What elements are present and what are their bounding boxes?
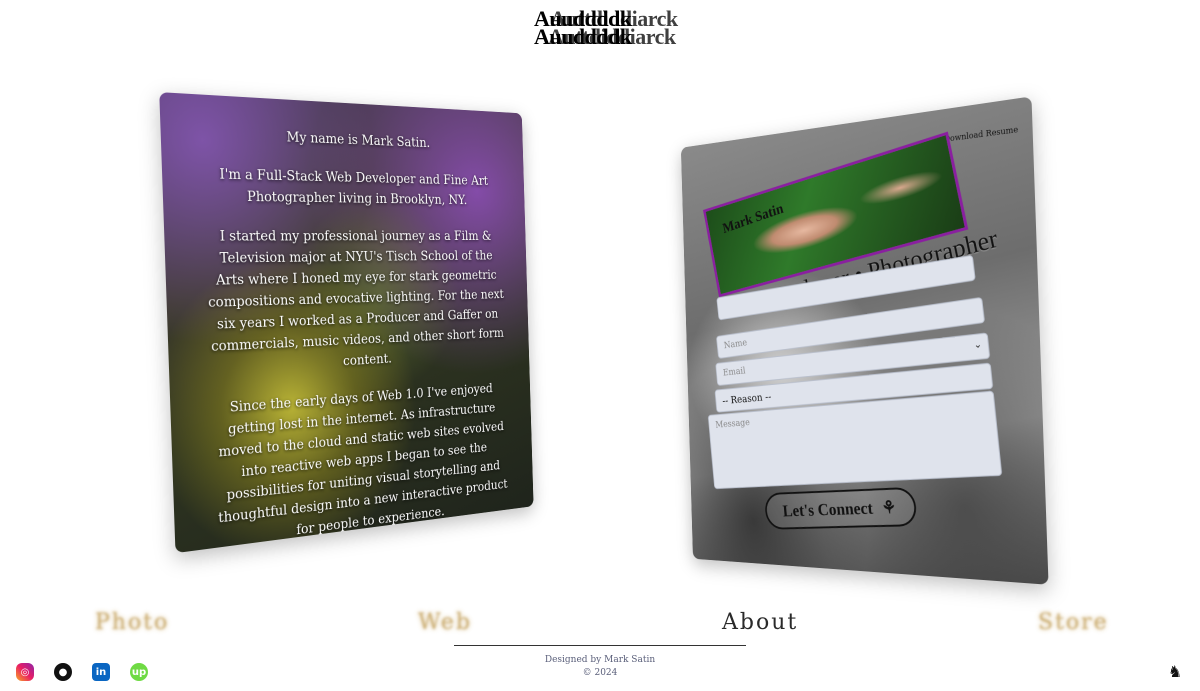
- email-placeholder: Email: [723, 366, 746, 378]
- about-paragraph: My name is Mark Satin.: [201, 123, 500, 156]
- about-text: My name is Mark Satin. I'm a Full-Stack …: [201, 123, 510, 528]
- upwork-icon[interactable]: up: [130, 663, 148, 681]
- site-logo[interactable]: Auuddddk Auttdiddiarck Auuddddk Auttdidd…: [500, 4, 700, 50]
- contact-card: Download Resume Mark Satin Web Developer…: [681, 96, 1049, 584]
- about-paragraph: I started my professional journey as a F…: [205, 225, 507, 380]
- instagram-icon[interactable]: ◎: [16, 663, 34, 681]
- download-resume-link[interactable]: Download Resume: [944, 125, 1019, 144]
- github-icon[interactable]: ●: [54, 663, 72, 681]
- nav-web[interactable]: Web: [418, 610, 472, 635]
- handshake-icon: ⚘: [881, 497, 897, 518]
- nav-about[interactable]: About: [722, 610, 798, 635]
- lets-connect-button[interactable]: Let's Connect ⚘: [764, 487, 918, 530]
- footer-divider: [454, 645, 746, 646]
- about-paragraph: I'm a Full-Stack Web Developer and Fine …: [202, 163, 501, 211]
- nav-photo[interactable]: Photo: [95, 610, 169, 635]
- nav-store[interactable]: Store: [1038, 610, 1109, 635]
- about-card-wrapper: My name is Mark Satin. I'm a Full-Stack …: [165, 93, 575, 545]
- wolf-logo-icon[interactable]: ♞: [1166, 663, 1184, 681]
- copyright: © 2024: [0, 668, 1200, 678]
- chevron-down-icon: ⌄: [973, 339, 982, 351]
- message-placeholder: Message: [715, 418, 750, 431]
- about-card[interactable]: My name is Mark Satin. I'm a Full-Stack …: [159, 92, 533, 553]
- about-paragraph: Since the early days of Web 1.0 I've enj…: [211, 378, 512, 552]
- main-nav: Photo Web About Store: [0, 610, 1200, 644]
- logo-text-alt: Auttdiddiarck: [548, 24, 676, 50]
- connect-label: Let's Connect: [782, 498, 874, 521]
- linkedin-icon[interactable]: in: [92, 663, 110, 681]
- reason-selected: -- Reason --: [722, 391, 772, 407]
- contact-card-wrapper: Download Resume Mark Satin Web Developer…: [638, 108, 1042, 580]
- name-placeholder: Name: [723, 338, 747, 351]
- social-links: ◎ ● in up: [16, 663, 148, 681]
- designed-by: Designed by Mark Satin: [0, 655, 1200, 665]
